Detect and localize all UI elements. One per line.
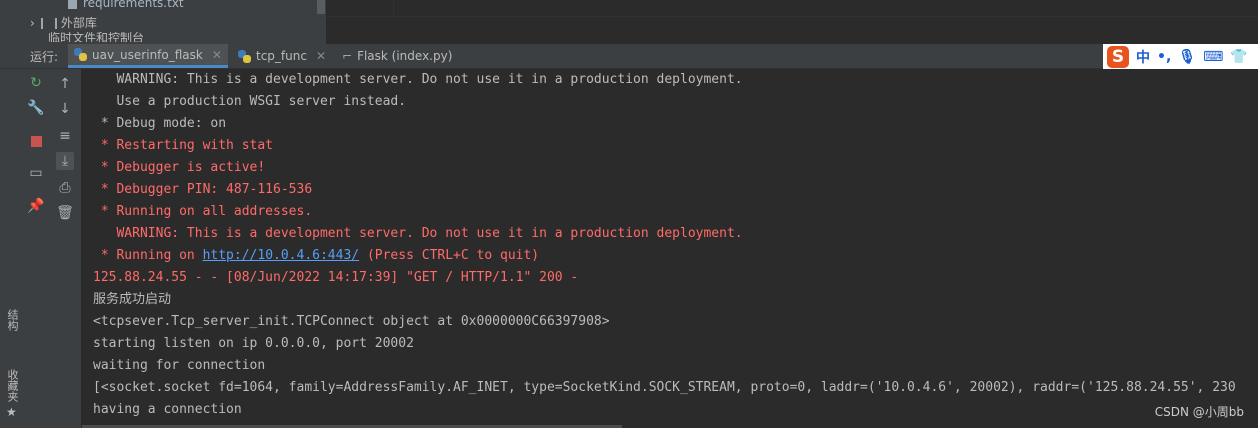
console-line: [<socket.socket fd=1064, family=AddressF… [93, 380, 1236, 395]
console-line: 服务成功启动 [93, 292, 172, 307]
tab-label: uav_userinfo_flask [92, 47, 203, 62]
python-icon [238, 49, 251, 63]
console-line: WARNING: This is a development server. D… [93, 226, 743, 241]
pin-icon[interactable]: 📌 [27, 197, 45, 215]
sogou-logo-icon[interactable]: S [1107, 46, 1129, 68]
favorites-tool-tab[interactable]: 收藏夹 [4, 369, 20, 402]
tab-flask-index[interactable]: ⌐ Flask (index.py) [336, 44, 458, 68]
tree-scrollbar[interactable] [317, 0, 325, 14]
keyboard-icon[interactable]: ⌨ [1203, 49, 1223, 65]
chevron-right-icon: › [30, 16, 35, 30]
console-line: * Restarting with stat [93, 138, 274, 153]
csdn-watermark: CSDN @小周bb [1154, 405, 1244, 419]
tree-item-requirements[interactable]: requirements.txt [68, 0, 184, 10]
flask-icon: ⌐ [342, 49, 353, 63]
ime-toolbar: S 中 •, 🎙 ⌨ 👕 [1103, 44, 1258, 70]
trash-icon[interactable]: 🗑 [56, 204, 74, 222]
tree-item-label: 临时文件和控制台 [48, 32, 145, 42]
console-line: Use a production WSGI server instead. [93, 94, 407, 109]
console-actions-toolbar: ↑ ↓ ≡ ⤓ ⎙ 🗑 [49, 69, 82, 428]
tree-item-label: requirements.txt [83, 0, 184, 10]
console-output[interactable]: WARNING: This is a development server. D… [82, 69, 1258, 428]
server-url-link[interactable]: http://10.0.4.6:443/ [203, 248, 360, 263]
library-icon [40, 18, 57, 29]
console-line: * Debugger PIN: 487-116-536 [93, 182, 313, 197]
console-line: * Debugger is active! [93, 160, 266, 175]
run-actions-toolbar: ↻ 🔧 ▭ 📌 [24, 69, 49, 428]
ime-punct-toggle[interactable]: •, [1157, 49, 1171, 65]
console-line: * Running on all addresses. [93, 204, 313, 219]
close-icon[interactable]: ✕ [316, 49, 326, 63]
run-tab-bar: 运行: uav_userinfo_flask ✕ tcp_func ✕ ⌐ Fl… [0, 44, 1258, 69]
rerun-icon[interactable]: ↻ [27, 74, 45, 92]
star-icon: ★ [6, 405, 17, 419]
running-suffix: (Press CTRL+C to quit) [359, 248, 540, 263]
console-line-running: * Running on http://10.0.4.6:443/ (Press… [93, 245, 539, 267]
file-icon [68, 0, 77, 9]
console-line: waiting for connection [93, 358, 266, 373]
structure-tool-tab[interactable]: 结构 [4, 309, 20, 331]
tool-window-strip: 结构 收藏夹 ★ [0, 69, 25, 428]
tree-item-label: 外部库 [60, 16, 97, 30]
console-line: starting listen on ip 0.0.0.0, port 2000… [93, 336, 414, 351]
tab-label: tcp_func [256, 49, 307, 63]
tree-item-external-libs[interactable]: › 外部库 [30, 14, 97, 31]
close-icon[interactable]: ✕ [212, 48, 222, 62]
wrench-icon[interactable]: 🔧 [27, 99, 45, 117]
mic-icon[interactable]: 🎙 [1178, 49, 1196, 65]
console-line: 125.88.24.55 - - [08/Jun/2022 14:17:39] … [93, 270, 579, 285]
arrow-down-icon[interactable]: ↓ [56, 100, 74, 118]
console-line: having a connection [93, 402, 242, 417]
soft-wrap-icon[interactable]: ≡ [56, 127, 74, 145]
print-icon[interactable]: ⎙ [56, 179, 74, 197]
layout-icon[interactable]: ▭ [27, 164, 45, 182]
console-line: WARNING: This is a development server. D… [93, 72, 743, 87]
tab-uav-userinfo-flask[interactable]: uav_userinfo_flask ✕ [68, 44, 228, 68]
editor-pane-fragment [326, 0, 1258, 44]
ime-lang-toggle[interactable]: 中 [1136, 47, 1150, 67]
shirt-icon[interactable]: 👕 [1230, 49, 1247, 65]
arrow-up-icon[interactable]: ↑ [56, 75, 74, 93]
project-tree-strip: requirements.txt › 外部库 临时文件和控制台 [0, 0, 1258, 44]
scroll-to-end-icon[interactable]: ⤓ [56, 152, 74, 170]
console-line: <tcpsever.Tcp_server_init.TCPConnect obj… [93, 314, 610, 329]
favorites-label: 收藏夹 [6, 369, 19, 402]
stop-icon[interactable] [27, 132, 45, 150]
tab-tcp-func[interactable]: tcp_func ✕ [232, 44, 332, 68]
run-label: 运行: [30, 50, 59, 64]
python-icon [74, 48, 87, 61]
running-prefix: * Running on [93, 248, 203, 263]
structure-label: 结构 [6, 309, 19, 331]
console-line: * Debug mode: on [93, 116, 227, 131]
tree-item-scratches[interactable]: 临时文件和控制台 [48, 32, 144, 42]
tab-label: Flask (index.py) [357, 49, 453, 63]
